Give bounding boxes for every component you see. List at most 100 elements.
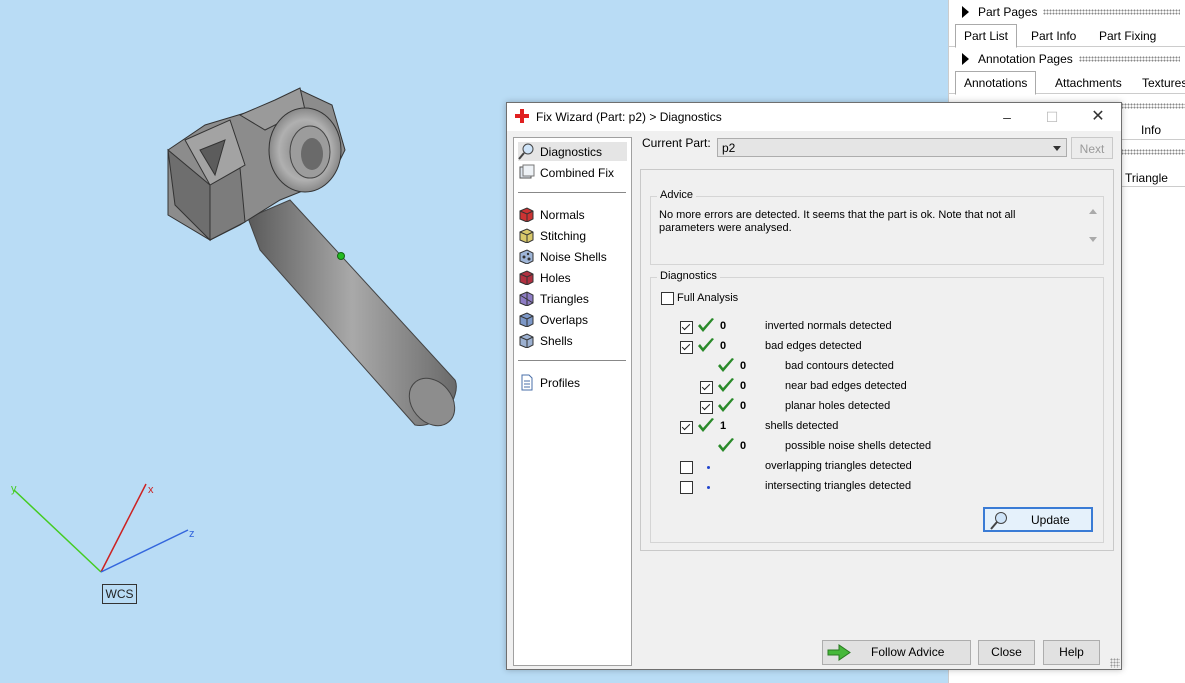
diagnostics-title: Diagnostics [657,270,720,282]
help-button[interactable]: Help [1043,640,1100,665]
current-part-value: p2 [722,141,736,155]
nav-item-label: Noise Shells [540,249,607,264]
tab-info-partial[interactable]: Info [1141,123,1161,137]
diagnostic-checkbox[interactable] [700,381,713,394]
diagnostic-label: overlapping triangles detected [765,460,912,472]
pending-dot-icon [707,486,710,489]
nav-item-profiles[interactable]: Profiles [518,373,627,392]
part-tabs: Part List Part Info Part Fixing Info [949,24,1185,63]
expand-triangle-icon [962,53,969,65]
nav-item-triangles[interactable]: Triangles [518,289,627,308]
nav-divider [518,192,626,193]
green-check-icon [718,438,734,452]
gripper-dots [1121,103,1185,109]
annotation-pages-title: Annotation Pages [978,52,1073,66]
nav-item-overlaps[interactable]: Overlaps [518,310,627,329]
stitching-cube-icon [518,227,536,244]
holes-cube-icon [518,269,536,286]
follow-advice-button[interactable]: Follow Advice [822,640,971,665]
advice-text: No more errors are detected. It seems th… [659,209,1016,234]
update-button[interactable]: Update [983,507,1093,532]
tab-textures[interactable]: Textures [1134,73,1185,93]
nav-item-noise-shells[interactable]: Noise Shells [518,247,627,266]
scroll-up-icon[interactable] [1089,209,1097,214]
diagnostic-checkbox[interactable] [680,321,693,334]
nav-item-stitching[interactable]: Stitching [518,226,627,245]
diagnostic-label: near bad edges detected [785,380,907,392]
normals-cube-icon [518,206,536,223]
nav-item-diagnostics[interactable]: Diagnostics [518,142,627,161]
nav-item-label: Holes [540,270,571,285]
diagnostics-panel: Advice No more errors are detected. It s… [640,169,1114,551]
diagnostic-label: inverted normals detected [765,320,892,332]
dialog-titlebar[interactable]: Fix Wizard (Part: p2) > Diagnostics – ☐ … [507,103,1121,131]
diagnostic-label: shells detected [765,420,839,432]
nav-item-shells[interactable]: Shells [518,331,627,350]
nav-item-normals[interactable]: Normals [518,205,627,224]
green-check-icon [718,378,734,392]
close-icon[interactable]: ✕ [1075,103,1121,131]
part-pages-header[interactable]: Part Pages [949,1,1185,23]
diagnostic-checkbox[interactable] [680,341,693,354]
chevron-down-icon [1053,146,1061,151]
nav-item-label: Overlaps [540,312,589,327]
current-part-select[interactable]: p2 [717,138,1067,157]
nav-item-label: Stitching [540,228,587,243]
wcs-label: WCS [102,584,137,604]
diagnostic-checkbox[interactable] [680,481,693,494]
annotation-tabs: Annotations Attachments Textures [949,71,1185,95]
tab-triangle-partial[interactable]: Triangle [1125,171,1168,185]
update-label: Update [1031,513,1070,527]
tab-attachments[interactable]: Attachments [1047,73,1130,93]
nav-divider [518,360,626,361]
pending-dot-icon [707,466,710,469]
wcs-axes [13,483,189,573]
green-arrow-icon [827,644,851,661]
minimize-icon[interactable]: – [984,103,1030,131]
diagnostic-checkbox[interactable] [680,461,693,474]
green-check-icon [698,338,714,352]
overlaps-cube-icon [518,311,536,328]
gripper-dots [1078,56,1180,62]
nav-item-label: Shells [540,333,573,348]
expand-triangle-icon [962,6,969,18]
axis-y-label: y [11,483,17,495]
diagnostics-group: Diagnostics Full Analysis 0 inverted norm… [650,270,1104,543]
tab-annotations[interactable]: Annotations [955,71,1037,95]
scroll-down-icon[interactable] [1089,237,1097,242]
resize-grip[interactable] [1110,658,1120,668]
axis-x-label: x [148,484,154,496]
pivot-marker [337,252,345,260]
tab-part-list[interactable]: Part List [955,24,1018,48]
partial-tabrow: Info [1121,118,1185,140]
combined-fix-icon [518,164,536,181]
nav-item-label: Triangles [540,291,589,306]
gripper-dots [1121,149,1185,155]
current-part-label: Current Part: [642,136,711,150]
part-model[interactable] [167,87,464,435]
full-analysis-checkbox[interactable] [661,292,674,305]
diagnostic-label: bad edges detected [765,340,862,352]
wizard-nav: Diagnostics Combined Fix Normals Stitchi… [513,137,632,666]
triangles-cube-icon [518,290,536,307]
diagnostic-count: 0 [720,340,727,352]
nav-item-holes[interactable]: Holes [518,268,627,287]
advice-title: Advice [657,189,697,201]
annotation-pages-header[interactable]: Annotation Pages [949,48,1185,70]
diagnostic-checkbox[interactable] [680,421,693,434]
tab-part-info[interactable]: Part Info [1023,26,1084,46]
diagnostic-checkbox[interactable] [700,401,713,414]
diagnostic-count: 0 [720,320,727,332]
close-button[interactable]: Close [978,640,1035,665]
magnifier-icon [518,143,536,160]
nav-item-label: Diagnostics [540,144,603,159]
dialog-title: Fix Wizard (Part: p2) > Diagnostics [536,110,722,124]
nav-item-label: Profiles [540,375,581,390]
gripper-dots [1043,9,1180,15]
nav-item-combined-fix[interactable]: Combined Fix [518,163,627,182]
magnifier-icon [990,512,1007,530]
shells-cube-icon [518,332,536,349]
fix-wizard-dialog: Fix Wizard (Part: p2) > Diagnostics – ☐ … [506,102,1122,670]
tab-part-fixing-info[interactable]: Part Fixing Info [1091,26,1185,63]
diagnostic-label: bad contours detected [785,360,894,372]
